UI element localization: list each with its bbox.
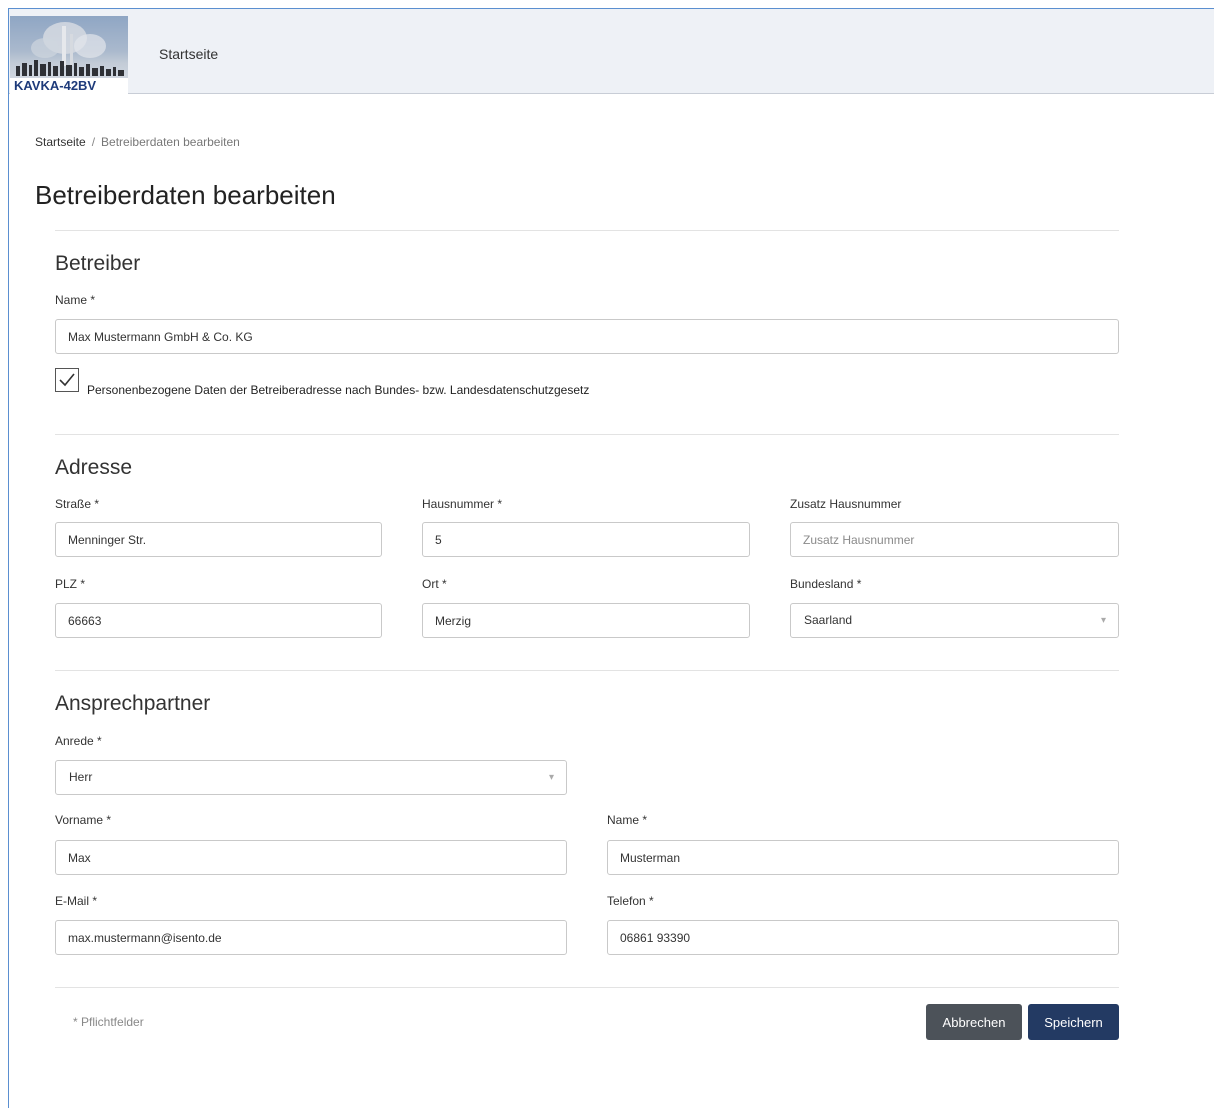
chevron-down-icon: ▾ <box>1100 615 1106 626</box>
save-button[interactable]: Speichern <box>1028 1004 1119 1040</box>
ort-label: Ort * <box>422 577 447 591</box>
bundesland-select[interactable]: Saarland ▾ <box>790 603 1119 638</box>
nachname-label: Name * <box>607 813 648 827</box>
bundesland-label: Bundesland * <box>790 577 862 591</box>
breadcrumb-current: Betreiberdaten bearbeiten <box>101 135 240 149</box>
email-label: E-Mail * <box>55 894 98 908</box>
top-navbar: KAVKA-42BV Startseite <box>9 9 1214 94</box>
ort-input[interactable] <box>422 603 750 638</box>
cancel-button[interactable]: Abbrechen <box>926 1004 1022 1040</box>
hausnummer-input[interactable] <box>422 522 750 557</box>
breadcrumb-home-link[interactable]: Startseite <box>35 135 86 149</box>
anrede-label: Anrede * <box>55 734 102 748</box>
strasse-label: Straße * <box>55 497 100 511</box>
plz-input[interactable] <box>55 603 382 638</box>
strasse-input[interactable] <box>55 522 382 557</box>
breadcrumb: Startseite / Betreiberdaten bearbeiten <box>35 135 240 149</box>
section-title-ansprechpartner: Ansprechpartner <box>55 692 211 715</box>
divider <box>55 434 1119 435</box>
page-title: Betreiberdaten bearbeiten <box>35 180 336 210</box>
operator-name-input[interactable] <box>55 319 1119 354</box>
anrede-select[interactable]: Herr ▾ <box>55 760 567 795</box>
app-logo[interactable]: KAVKA-42BV <box>10 16 128 94</box>
vorname-label: Vorname * <box>55 813 112 827</box>
section-title-betreiber: Betreiber <box>55 252 141 275</box>
zusatz-hausnummer-input[interactable] <box>790 522 1119 557</box>
checkmark-icon <box>59 373 75 387</box>
hausnummer-label: Hausnummer * <box>422 497 503 511</box>
privacy-checkbox[interactable] <box>55 368 79 392</box>
logo-text: KAVKA-42BV <box>10 78 128 94</box>
telefon-input[interactable] <box>607 920 1119 955</box>
anrede-selected-value: Herr <box>69 770 93 784</box>
privacy-checkbox-label: Personenbezogene Daten der Betreiberadre… <box>87 383 590 397</box>
name-label: Name * <box>55 293 96 307</box>
bundesland-selected-value: Saarland <box>804 613 853 627</box>
nachname-input[interactable] <box>607 840 1119 875</box>
email-input[interactable] <box>55 920 567 955</box>
logo-skyline-image <box>16 22 124 76</box>
section-title-adresse: Adresse <box>55 456 133 479</box>
required-fields-note: * Pflichtfelder <box>73 1015 144 1029</box>
telefon-label: Telefon * <box>607 894 654 908</box>
divider <box>55 987 1119 988</box>
breadcrumb-separator: / <box>91 135 96 149</box>
divider <box>55 230 1119 231</box>
plz-label: PLZ * <box>55 577 86 591</box>
chevron-down-icon: ▾ <box>548 772 554 783</box>
nav-link-home[interactable]: Startseite <box>159 46 218 62</box>
divider <box>55 670 1119 671</box>
zusatz-hausnummer-label: Zusatz Hausnummer <box>790 497 902 511</box>
vorname-input[interactable] <box>55 840 567 875</box>
